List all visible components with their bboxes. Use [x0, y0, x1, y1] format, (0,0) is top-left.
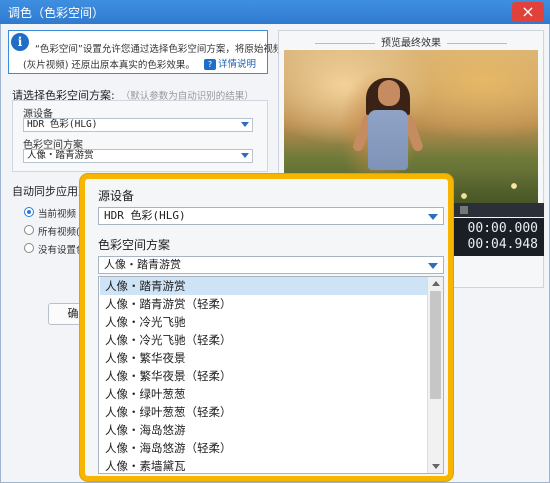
scheme-select[interactable]: 人像・踏青游赏 — [23, 149, 253, 163]
list-item[interactable]: 人像・繁华夜景（轻柔） — [100, 367, 427, 385]
info-icon: i — [11, 33, 29, 51]
popup-scheme-label: 色彩空间方案 — [98, 238, 171, 252]
radio-current-video-label: 当前视频 — [38, 209, 77, 220]
help-link-label: 详情说明 — [218, 59, 257, 70]
time-current: 00:00.000 — [467, 221, 538, 236]
scheme-dropdown-list[interactable]: 人像・踏青游赏 人像・踏青游赏（轻柔） 人像・冷光飞驰 人像・冷光飞驰（轻柔） … — [98, 276, 444, 474]
help-link[interactable]: ? 详情说明 — [204, 56, 256, 70]
scroll-down-icon[interactable] — [432, 464, 440, 469]
radio-unset-videos-label: 没有设置色 — [38, 245, 86, 256]
list-item[interactable]: 人像・素墙黛瓦 — [100, 457, 427, 473]
info-box: i “色彩空间”设置允许您通过选择色彩空间方案，将原始视频 (灰片视频) 还原出… — [8, 30, 282, 74]
list-item[interactable]: 人像・绿叶葱葱（轻柔） — [100, 403, 427, 421]
info-text-line1: “色彩空间”设置允许您通过选择色彩空间方案，将原始视频 — [35, 44, 283, 55]
chevron-down-icon — [241, 153, 249, 158]
player-controls[interactable] — [440, 203, 544, 217]
window-title: 调色（色彩空间） — [8, 6, 105, 20]
close-button[interactable]: × — [512, 2, 544, 22]
info-text-line2: (灰片视频) 还原出原本真实的色彩效果。 — [23, 60, 195, 71]
list-item[interactable]: 人像・冷光飞驰（轻柔） — [100, 331, 427, 349]
list-item[interactable]: 人像・海岛悠游 — [100, 421, 427, 439]
scroll-up-icon[interactable] — [432, 281, 440, 286]
chevron-down-icon — [428, 214, 438, 220]
title-bar: 调色（色彩空间） × — [0, 0, 550, 24]
source-device-value: HDR 色彩(HLG) — [27, 119, 98, 130]
list-item[interactable]: 人像・冷光飞驰 — [100, 313, 427, 331]
popup-source-label: 源设备 — [98, 189, 135, 203]
ok-button-label: 确 — [67, 307, 79, 320]
list-item[interactable]: 人像・繁华夜景 — [100, 349, 427, 367]
scheme-group: 源设备 HDR 色彩(HLG) 色彩空间方案 人像・踏青游赏 — [12, 100, 268, 172]
zoom-popup: 源设备 HDR 色彩(HLG) 色彩空间方案 人像・踏青游赏 人像・踏青游赏 人… — [80, 174, 453, 481]
list-item[interactable]: 人像・绿叶葱葱 — [100, 385, 427, 403]
preview-title: 预览最终效果 — [278, 34, 544, 49]
radio-all-videos[interactable] — [24, 225, 34, 235]
popup-source-select[interactable]: HDR 色彩(HLG) — [98, 207, 444, 225]
stop-icon[interactable] — [460, 206, 468, 214]
scheme-value: 人像・踏青游赏 — [27, 150, 94, 161]
list-item[interactable]: 人像・踏青游赏（轻柔） — [100, 295, 427, 313]
popup-scheme-select[interactable]: 人像・踏青游赏 — [98, 256, 444, 274]
help-icon: ? — [204, 59, 216, 70]
popup-scheme-value: 人像・踏青游赏 — [104, 258, 181, 271]
time-total: 00:04.948 — [467, 237, 538, 252]
list-scrollbar[interactable] — [427, 277, 443, 473]
sync-label: 自动同步应用到 — [12, 185, 89, 198]
source-device-select[interactable]: HDR 色彩(HLG) — [23, 118, 253, 132]
list-item[interactable]: 人像・海岛悠游（轻柔） — [100, 439, 427, 457]
time-display: 00:00.000 00:04.948 — [440, 218, 544, 256]
chevron-down-icon — [428, 263, 438, 269]
popup-source-value: HDR 色彩(HLG) — [104, 209, 186, 222]
chevron-down-icon — [241, 122, 249, 127]
radio-unset-videos[interactable] — [24, 243, 34, 253]
scroll-thumb[interactable] — [430, 291, 441, 399]
radio-current-video[interactable] — [24, 207, 34, 217]
list-item[interactable]: 人像・踏青游赏 — [100, 277, 427, 295]
